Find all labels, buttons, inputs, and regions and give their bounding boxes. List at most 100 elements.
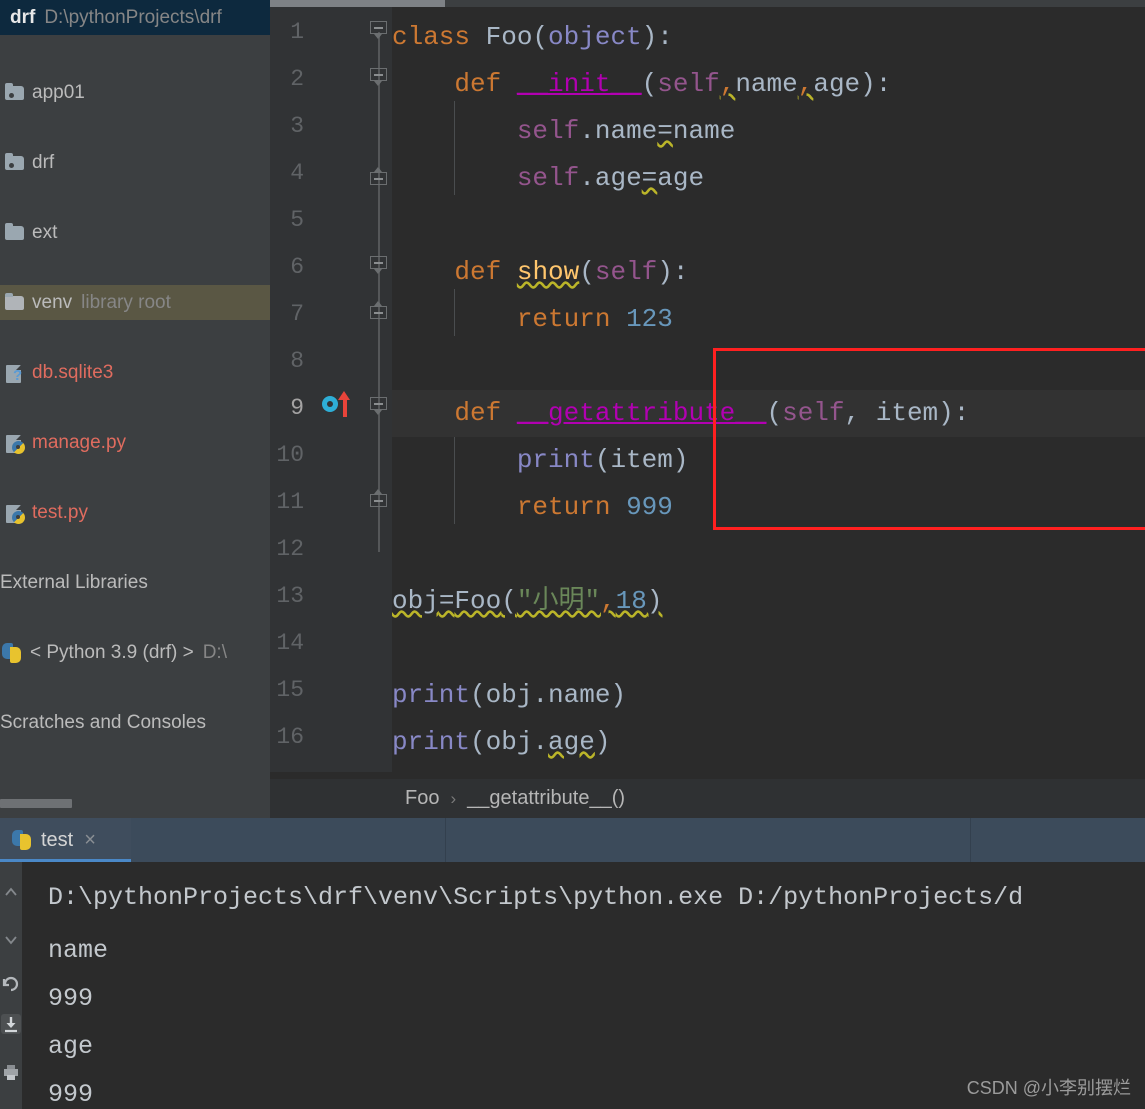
console-output-line: 999: [48, 984, 94, 1013]
code-line-2[interactable]: def __init__(self,name,age):: [392, 61, 1145, 108]
scrollbar-thumb[interactable]: [270, 0, 445, 7]
line-number: 1: [290, 19, 304, 45]
line-number: 2: [290, 66, 304, 92]
tree-row-manage-py[interactable]: manage.py: [0, 425, 270, 460]
library-root-badge: library root: [81, 291, 171, 313]
code-line-11[interactable]: return 999: [392, 484, 1145, 531]
line-number: 15: [276, 677, 304, 703]
tree-item-label: app01: [32, 81, 85, 103]
console-output-line: age: [48, 1032, 94, 1061]
line-number: 7: [290, 301, 304, 327]
tree-row-drf[interactable]: drf: [0, 145, 270, 180]
folder-icon: [4, 292, 26, 313]
code-editor[interactable]: 1 2 3 4 5 6 7 8 9 10 11 12 13 14 15 16 c…: [270, 0, 1145, 818]
sidebar-horizontal-scrollbar[interactable]: [0, 798, 270, 809]
line-number-current: 9: [290, 395, 304, 421]
fold-marker-collapse[interactable]: [370, 21, 388, 39]
tree-item-label: venv: [32, 291, 73, 313]
rerun-icon[interactable]: [1, 974, 21, 994]
folder-icon: [4, 222, 26, 243]
code-line-4[interactable]: self.age=age: [392, 155, 1145, 202]
line-number: 5: [290, 207, 304, 233]
line-number: 8: [290, 348, 304, 374]
scrollbar-thumb[interactable]: [0, 799, 72, 808]
python-icon: [0, 642, 24, 664]
tree-row-db-sqlite3[interactable]: ? db.sqlite3: [0, 355, 270, 390]
tab-label: test: [41, 828, 74, 851]
code-line-16[interactable]: print(obj.age): [392, 719, 1145, 766]
project-name: drf: [10, 6, 36, 28]
fold-marker-end[interactable]: [370, 167, 388, 190]
tree-row-scratches[interactable]: Scratches and Consoles: [0, 705, 270, 740]
tree-row-venv[interactable]: venv library root: [0, 285, 270, 320]
chevron-up-icon[interactable]: [1, 882, 21, 902]
console-output-line: 999: [48, 1080, 94, 1109]
breadcrumb[interactable]: Foo › __getattribute__(): [270, 779, 1145, 818]
line-number: 4: [290, 160, 304, 186]
line-number: 11: [276, 489, 304, 515]
override-circle-icon[interactable]: [322, 396, 338, 412]
tree-item-label: drf: [32, 151, 55, 173]
project-path: D:\pythonProjects\drf: [44, 6, 222, 28]
breadcrumb-class[interactable]: Foo: [405, 787, 439, 810]
fold-marker-end[interactable]: [370, 489, 388, 512]
interpreter-label: < Python 3.9 (drf) >: [30, 641, 194, 663]
tab-test[interactable]: test ×: [0, 818, 131, 862]
scratches-label: Scratches and Consoles: [0, 711, 206, 733]
module-folder-icon: [4, 152, 26, 173]
fold-marker-collapse[interactable]: [370, 256, 388, 274]
code-line-8[interactable]: [392, 343, 1145, 390]
chevron-right-icon: ›: [450, 788, 457, 808]
code-line-9[interactable]: def __getattribute__(self, item):: [392, 390, 1145, 437]
fold-marker-collapse[interactable]: [370, 68, 388, 86]
code-line-13[interactable]: obj=Foo("小明",18): [392, 578, 1145, 625]
tree-row-python-interpreter[interactable]: < Python 3.9 (drf) > D:\: [0, 635, 270, 670]
run-console-panel[interactable]: test × D:\pythonProjects\drf\venv\Script…: [0, 818, 1145, 1109]
code-line-6[interactable]: def show(self):: [392, 249, 1145, 296]
line-number: 14: [276, 630, 304, 656]
tree-item-label: ext: [32, 221, 58, 243]
console-output-line: name: [48, 936, 109, 965]
tree-row-project-root[interactable]: drf D:\pythonProjects\drf: [0, 0, 270, 35]
code-line-5[interactable]: [392, 202, 1145, 249]
chevron-down-icon[interactable]: [1, 930, 21, 950]
python-file-icon: [10, 829, 34, 851]
tree-row-test-py[interactable]: test.py: [0, 495, 270, 530]
code-folding-rail[interactable]: [370, 7, 387, 772]
unknown-file-icon: ?: [4, 363, 26, 383]
fold-marker-collapse[interactable]: [370, 397, 388, 415]
line-number: 16: [276, 724, 304, 750]
scroll-to-end-icon[interactable]: [1, 1014, 21, 1034]
fold-marker-end[interactable]: [370, 301, 388, 324]
console-output[interactable]: D:\pythonProjects\drf\venv\Scripts\pytho…: [22, 862, 1145, 1109]
code-line-12[interactable]: [392, 531, 1145, 578]
python-file-icon: [4, 503, 26, 524]
external-libraries-label: External Libraries: [0, 571, 148, 593]
overriding-method-marker[interactable]: [322, 391, 358, 417]
editor-horizontal-scrollbar-top[interactable]: [270, 0, 1145, 7]
console-toolbar[interactable]: [0, 862, 22, 1109]
tree-row-external-libraries[interactable]: External Libraries: [0, 565, 270, 600]
tree-row-app01[interactable]: app01: [0, 75, 270, 110]
tree-row-ext[interactable]: ext: [0, 215, 270, 250]
console-tabbar[interactable]: test ×: [0, 818, 1145, 862]
tree-item-label: manage.py: [32, 431, 127, 453]
line-number: 13: [276, 583, 304, 609]
project-tree-panel[interactable]: drf D:\pythonProjects\drf app01 drf ext: [0, 0, 270, 818]
close-icon[interactable]: ×: [84, 830, 96, 850]
editor-gutter[interactable]: 1 2 3 4 5 6 7 8 9 10 11 12 13 14 15 16: [270, 7, 392, 772]
line-number: 3: [290, 113, 304, 139]
interpreter-path: D:\: [202, 641, 227, 663]
code-text-area[interactable]: class Foo(object): def __init__(self,nam…: [392, 7, 1145, 772]
line-number: 12: [276, 536, 304, 562]
arrow-up-icon[interactable]: [338, 391, 351, 417]
print-icon[interactable]: [1, 1062, 21, 1082]
code-line-15[interactable]: print(obj.name): [392, 672, 1145, 719]
code-line-1[interactable]: class Foo(object):: [392, 14, 1145, 61]
code-line-3[interactable]: self.name=name: [392, 108, 1145, 155]
code-line-10[interactable]: print(item): [392, 437, 1145, 484]
line-number: 10: [276, 442, 304, 468]
breadcrumb-member[interactable]: __getattribute__(): [467, 787, 625, 810]
code-line-7[interactable]: return 123: [392, 296, 1145, 343]
code-line-14[interactable]: [392, 625, 1145, 672]
